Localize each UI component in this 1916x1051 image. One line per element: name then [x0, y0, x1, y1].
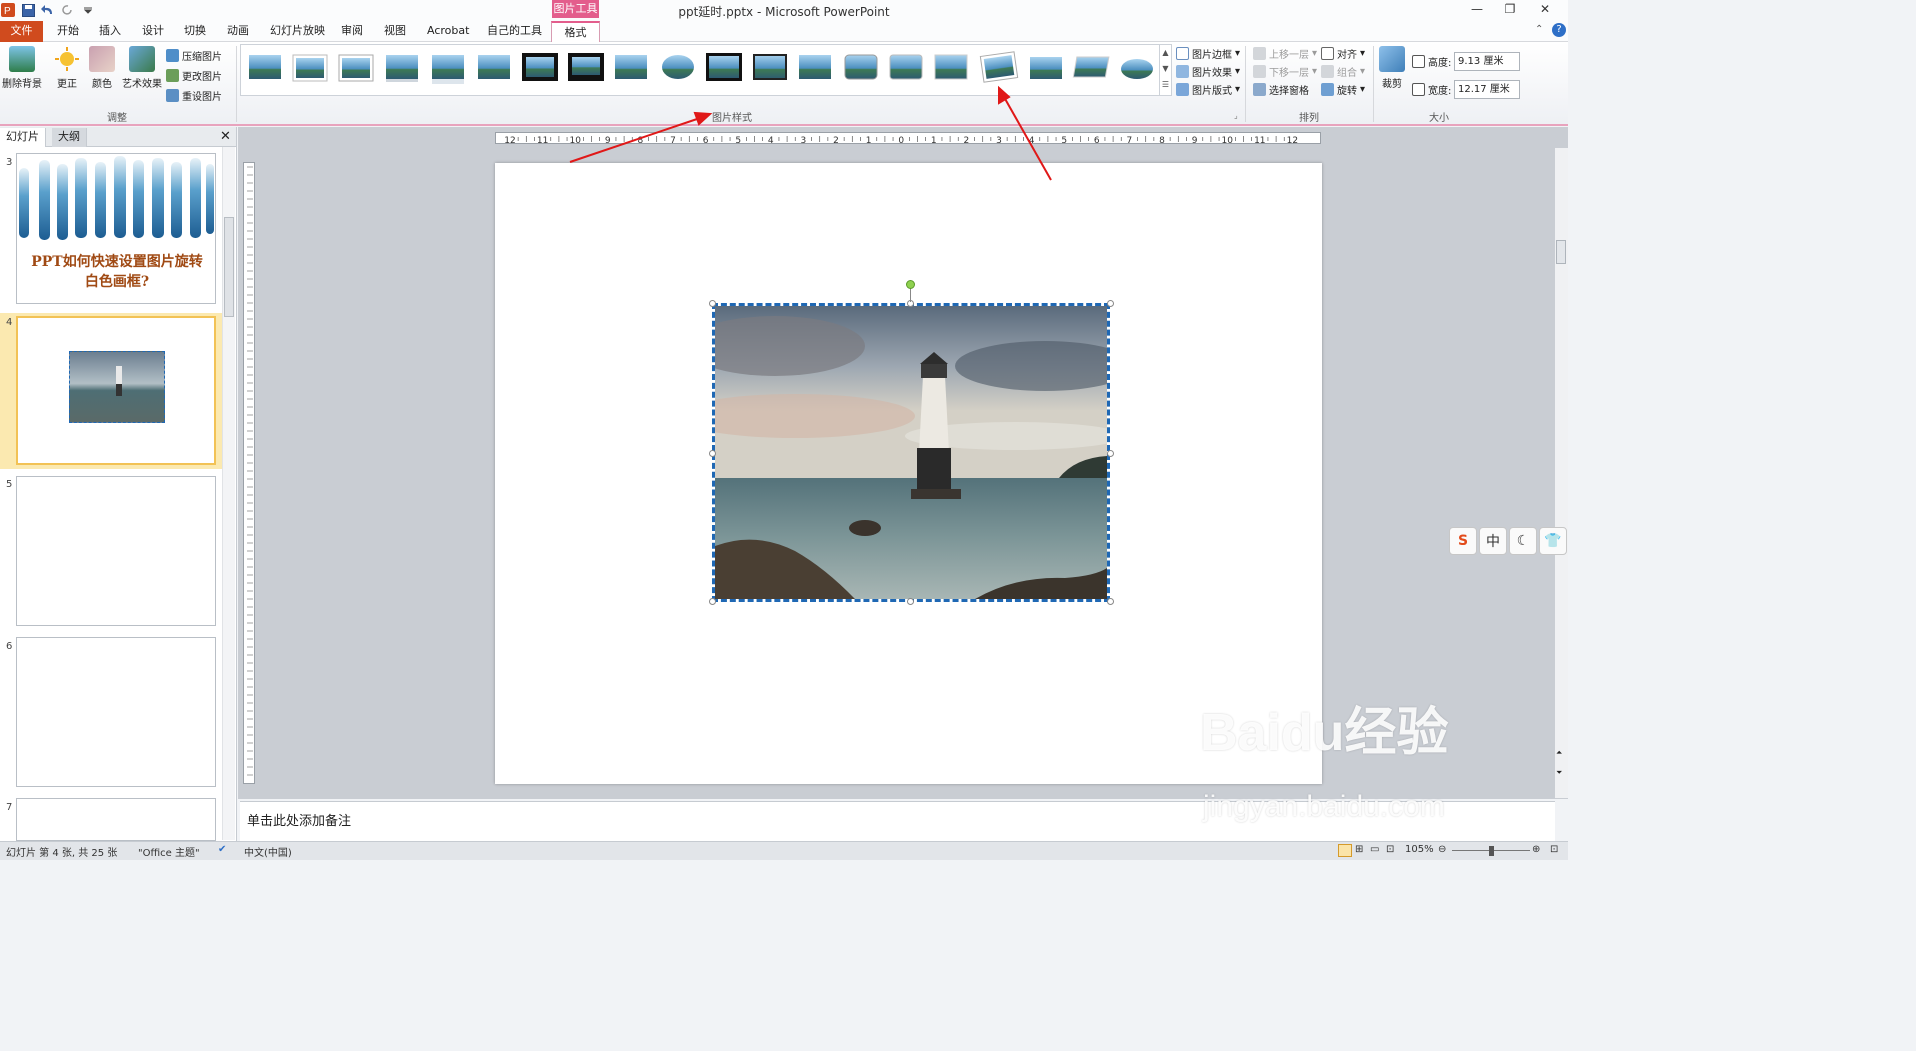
slide-sorter-button[interactable]: ⊞ — [1355, 844, 1363, 855]
zoom-level[interactable]: 105% — [1405, 844, 1434, 855]
notes-placeholder: 单击此处添加备注 — [247, 814, 352, 829]
sogou-logo-icon[interactable]: S — [1449, 527, 1477, 555]
ime-toolbar: S 中 ☾ 👕 — [1449, 527, 1567, 555]
next-slide-icon[interactable]: ⏷ — [1556, 768, 1562, 778]
ime-mode-button[interactable]: 中 — [1479, 527, 1507, 555]
fit-slide-button[interactable]: ⊡ — [1550, 844, 1558, 855]
status-bar: 幻灯片 第 4 张, 共 25 张 "Office 主题" ✔ 中文(中国) ⊞… — [0, 841, 1568, 860]
spellcheck-icon[interactable]: ✔ — [218, 844, 226, 855]
slideshow-button[interactable]: ⊡ — [1386, 844, 1394, 855]
zoom-slider-thumb[interactable] — [1489, 846, 1494, 856]
editor-scrollbar[interactable]: ⏶ ⏷ — [1555, 148, 1568, 798]
zoom-out-button[interactable]: ⊖ — [1438, 844, 1446, 855]
shirt-icon[interactable]: 👕 — [1539, 527, 1567, 555]
baidu-watermark: Baidu经验 — [1200, 704, 1449, 762]
reading-view-button[interactable]: ▭ — [1370, 844, 1379, 855]
slide-count-status: 幻灯片 第 4 张, 共 25 张 — [6, 848, 118, 859]
language-status[interactable]: 中文(中国) — [244, 844, 292, 859]
baidu-watermark-url: jingyan.baidu.com — [1203, 790, 1445, 823]
prev-slide-icon[interactable]: ⏶ — [1556, 748, 1562, 758]
normal-view-button[interactable] — [1338, 844, 1352, 857]
editor-scroll-thumb[interactable] — [1556, 240, 1566, 264]
zoom-in-button[interactable]: ⊕ — [1532, 844, 1540, 855]
theme-status[interactable]: "Office 主题" — [138, 844, 200, 859]
moon-icon[interactable]: ☾ — [1509, 527, 1537, 555]
